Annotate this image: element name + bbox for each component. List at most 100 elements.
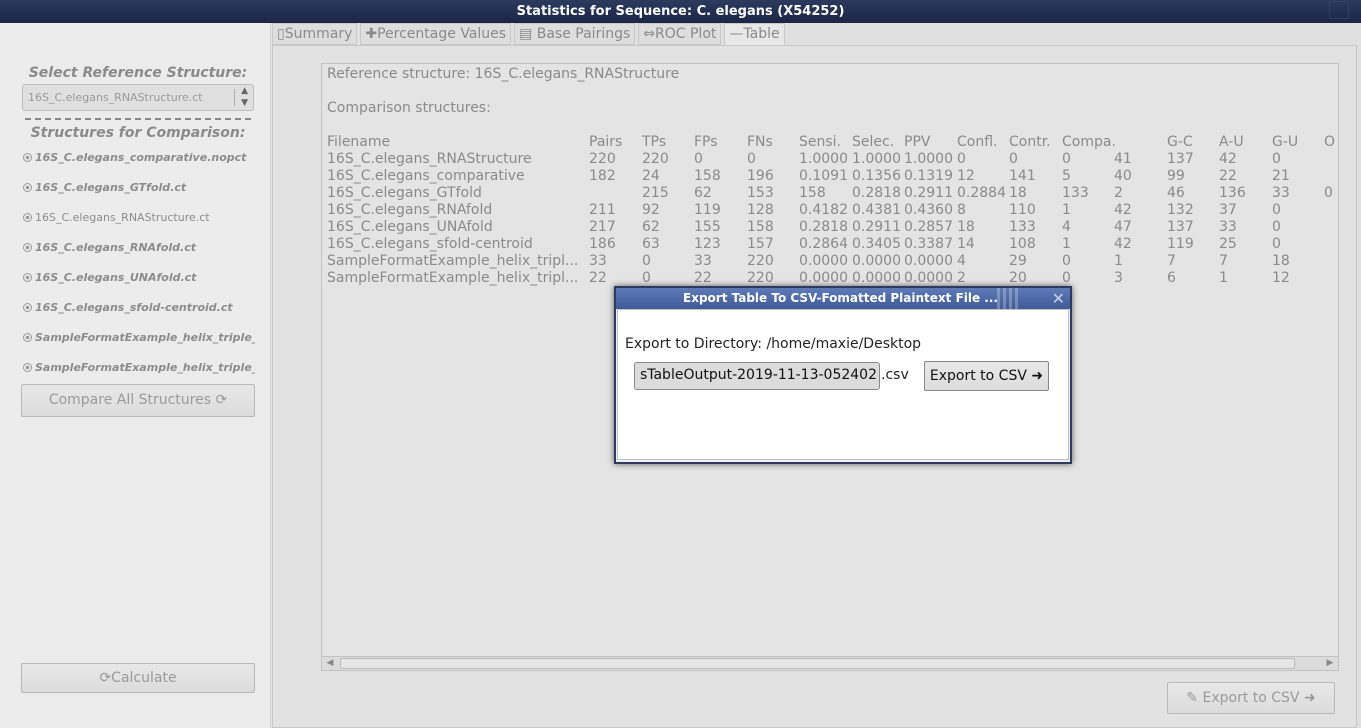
table-cell: 0.1356 xyxy=(852,168,901,184)
title-bar: Statistics for Sequence: C. elegans (X54… xyxy=(0,0,1361,23)
table-cell: 33 xyxy=(694,253,712,269)
table-cell: 141 xyxy=(1009,168,1036,184)
filename-input[interactable]: sTableOutput-2019-11-13-052402 xyxy=(634,362,880,390)
tab-roc-plot[interactable]: ⇔ROC Plot xyxy=(638,23,722,45)
comparison-header: Structures for Comparison: xyxy=(30,125,246,141)
radio-icon xyxy=(23,153,32,162)
table-cell: 0.2818 xyxy=(852,185,901,201)
structure-item[interactable]: 16S_C.elegans_sfold-centroid.ct xyxy=(23,301,255,314)
table-cell: 133 xyxy=(1009,219,1036,235)
table-cell: 62 xyxy=(694,185,712,201)
table-cell: 33 xyxy=(1272,185,1290,201)
scroll-left-icon[interactable]: ◀ xyxy=(323,657,337,670)
dialog-title: Export Table To CSV-Fomatted Plaintext F… xyxy=(683,291,998,305)
tab-summary[interactable]: ▯Summary xyxy=(272,23,358,45)
table-cell: 1.0000 xyxy=(904,151,953,167)
radio-icon xyxy=(23,243,32,252)
table-cell: 63 xyxy=(642,236,660,252)
table-cell: 110 xyxy=(1009,202,1036,218)
table-cell: 4 xyxy=(1062,219,1071,235)
table-cell: 12 xyxy=(1272,270,1290,286)
structure-item[interactable]: 16S_C.elegans_UNAfold.ct xyxy=(23,271,255,284)
table-cell: 22 xyxy=(589,270,607,286)
table-cell: 0 xyxy=(1272,236,1281,252)
table-cell: 0.4381 xyxy=(852,202,901,218)
table-cell: 0.2864 xyxy=(799,236,848,252)
table-cell: SampleFormatExample_helix_tripl... xyxy=(327,253,579,269)
table-cell: 7 xyxy=(1219,253,1228,269)
maximize-button[interactable] xyxy=(1329,1,1349,19)
table-cell: 123 xyxy=(694,236,721,252)
table-cell: 1.0000 xyxy=(799,151,848,167)
table-cell: 14 xyxy=(957,236,975,252)
table-cell: 47 xyxy=(1114,219,1132,235)
structure-item[interactable]: SampleFormatExample_helix_triple_form xyxy=(23,331,255,344)
arrow-right-icon: ➜ xyxy=(1303,690,1316,706)
table-cell: 12 xyxy=(957,168,975,184)
stack-icon: ▤ xyxy=(519,26,533,42)
structure-item[interactable]: SampleFormatExample_helix_triple_form xyxy=(23,361,255,374)
table-cell: 18 xyxy=(1272,253,1290,269)
table-cell: 24 xyxy=(642,168,660,184)
calculate-button[interactable]: ⟳Calculate xyxy=(21,663,255,693)
tab-percentage-values[interactable]: ✚Percentage Values xyxy=(360,23,512,45)
left-panel: Select Reference Structure: 16S_C.elegan… xyxy=(0,23,271,728)
pattern-decoration xyxy=(997,288,1021,309)
radio-icon xyxy=(23,183,32,192)
reference-header: Select Reference Structure: xyxy=(28,65,248,81)
table-cell: 7 xyxy=(1167,253,1176,269)
table-cell: 46 xyxy=(1167,185,1185,201)
tab-base-pairings[interactable]: ▤ Base Pairings xyxy=(514,23,636,45)
scrollbar-thumb[interactable] xyxy=(340,658,1295,669)
divider xyxy=(25,118,251,120)
table-cell: 6 xyxy=(1167,270,1176,286)
table-cell: 2 xyxy=(957,270,966,286)
table-cell: 158 xyxy=(694,168,721,184)
dialog-export-button[interactable]: Export to CSV ➜ xyxy=(924,361,1049,391)
filename-value: sTableOutput-2019-11-13-052402 xyxy=(639,367,877,383)
structure-item[interactable]: 16S_C.elegans_GTfold.ct xyxy=(23,181,255,194)
table-cell: 215 xyxy=(642,185,669,201)
close-icon[interactable]: ✕ xyxy=(1052,289,1065,308)
table-cell: 186 xyxy=(589,236,616,252)
table-cell: 33 xyxy=(589,253,607,269)
table-cell: 182 xyxy=(589,168,616,184)
table-cell: 220 xyxy=(747,270,774,286)
table-cell: 20 xyxy=(1009,270,1027,286)
structure-item[interactable]: 16S_C.elegans_comparative.nopct xyxy=(23,151,255,164)
reference-select[interactable]: 16S_C.elegans_RNAStructure.ct ▲ ▼ xyxy=(22,84,254,111)
table-cell: 2 xyxy=(1114,185,1123,201)
table-cell: 137 xyxy=(1167,151,1194,167)
table-cell: 128 xyxy=(747,202,774,218)
edit-icon: ✎ xyxy=(1186,690,1199,706)
tab-table[interactable]: —Table xyxy=(724,23,785,45)
structure-item[interactable]: 16S_C.elegans_RNAStructure.ct xyxy=(23,211,255,224)
table-cell: 22 xyxy=(1219,168,1237,184)
table-cell: 136 xyxy=(1219,185,1246,201)
table-cell: 119 xyxy=(1167,236,1194,252)
export-csv-button[interactable]: ✎ Export to CSV ➜ xyxy=(1167,682,1335,714)
table-cell: 18 xyxy=(957,219,975,235)
table-cell: 0.4360 xyxy=(904,202,953,218)
table-cell: 0.0000 xyxy=(852,253,901,269)
horizontal-scrollbar[interactable]: ◀ ▶ xyxy=(321,656,1339,671)
table-cell: 62 xyxy=(642,219,660,235)
table-cell: 1 xyxy=(1219,270,1228,286)
table-cell: 158 xyxy=(799,185,826,201)
updown-arrows-icon: ▲ ▼ xyxy=(241,86,248,108)
table-cell: 0.3387 xyxy=(904,236,953,252)
table-cell: 16S_C.elegans_UNAfold xyxy=(327,219,493,235)
window-title: Statistics for Sequence: C. elegans (X54… xyxy=(516,4,845,19)
table-cell: 211 xyxy=(589,202,616,218)
structure-item[interactable]: 16S_C.elegans_RNAfold.ct xyxy=(23,241,255,254)
table-cell: 0.2911 xyxy=(852,219,901,235)
table-cell: 157 xyxy=(747,236,774,252)
table-cell: 0.0000 xyxy=(904,270,953,286)
table-cell: 22 xyxy=(694,270,712,286)
scroll-right-icon[interactable]: ▶ xyxy=(1323,657,1337,670)
compare-all-button[interactable]: Compare All Structures ⟳ xyxy=(21,384,255,417)
table-cell: 0 xyxy=(1062,270,1071,286)
table-cell: 0.4182 xyxy=(799,202,848,218)
table-cell: 1.0000 xyxy=(852,151,901,167)
table-cell: 16S_C.elegans_comparative xyxy=(327,168,525,184)
